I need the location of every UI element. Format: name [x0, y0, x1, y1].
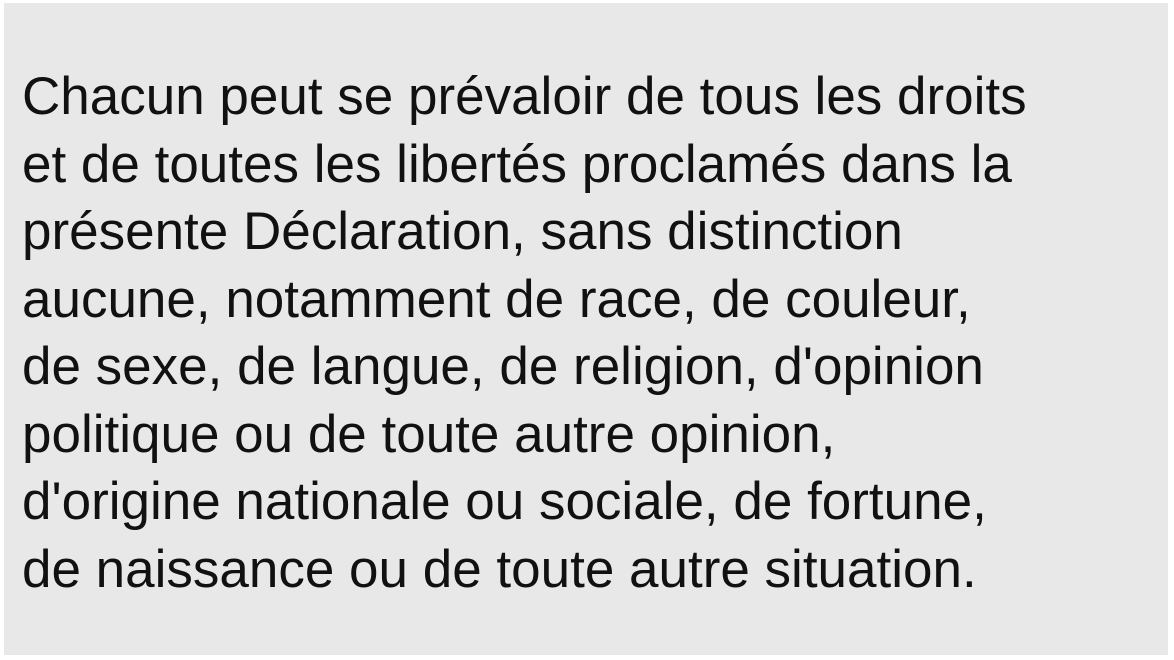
paragraph-line-3: présente Déclaration, sans distinction — [22, 202, 903, 261]
paragraph-line-7: d'origine nationale ou sociale, de fortu… — [22, 472, 987, 531]
paragraph-line-8: de naissance ou de toute autre situation… — [22, 539, 977, 599]
document-panel: Chacun peut se prévaloir de tous les dro… — [4, 3, 1168, 655]
paragraph-line-4: aucune, notamment de race, de couleur, — [22, 269, 971, 329]
paragraph-line-1: Chacun peut se prévaloir de tous les dro… — [22, 67, 1027, 126]
body-paragraph: Chacun peut se prévaloir de tous les dro… — [22, 63, 1162, 603]
paragraph-line-2: et de toutes les libertés proclamés dans… — [22, 134, 1012, 194]
paragraph-line-6: politique ou de toute autre opinion, — [22, 404, 836, 464]
paragraph-line-5: de sexe, de langue, de religion, d'opini… — [22, 337, 984, 396]
